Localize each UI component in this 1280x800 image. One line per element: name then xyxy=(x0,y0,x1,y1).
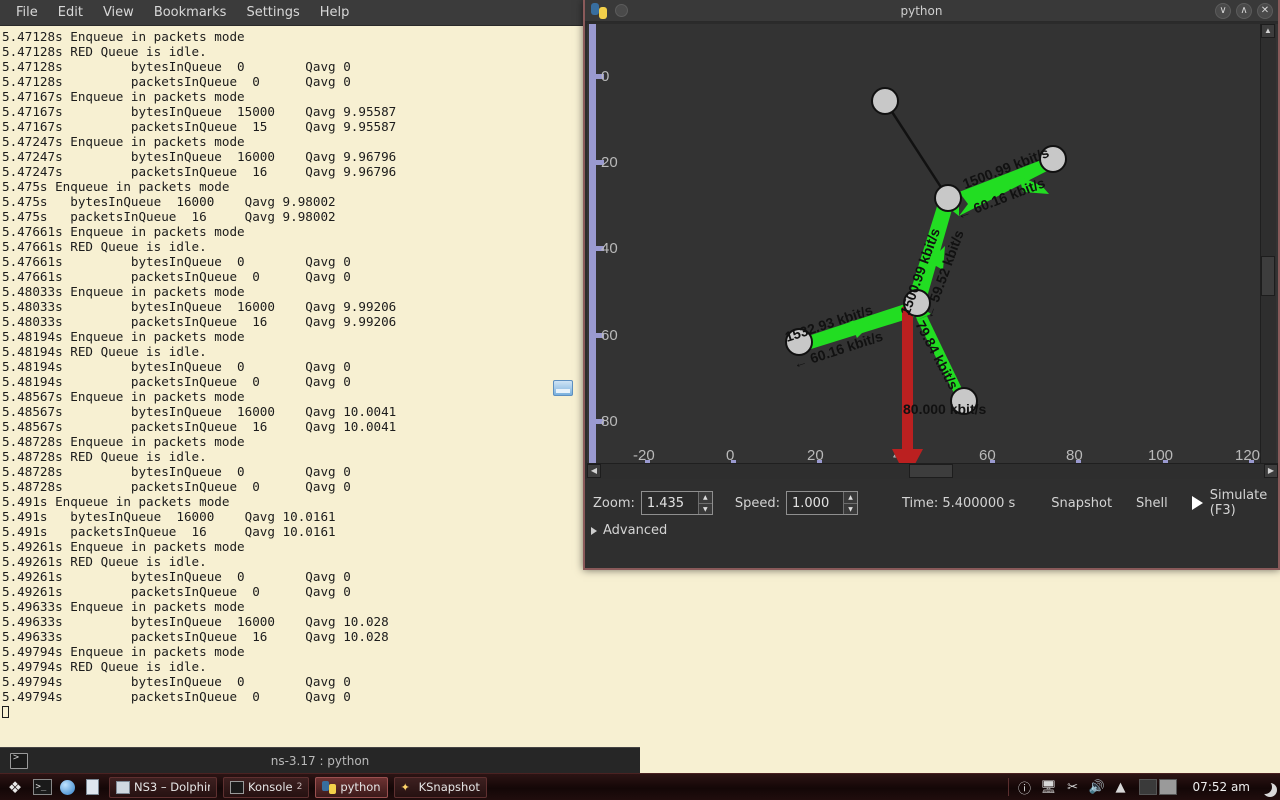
task-konsole[interactable]: Konsole 2 xyxy=(223,776,310,798)
chevron-right-icon xyxy=(591,526,597,535)
simulate-button[interactable]: Simulate (F3) xyxy=(1191,488,1278,518)
speed-label: Speed: xyxy=(734,495,780,511)
speed-stepper[interactable]: ▲ ▼ xyxy=(843,492,857,514)
x-tick-0: 0 xyxy=(726,447,734,464)
kde-menu-button[interactable]: ❖ xyxy=(2,775,28,799)
tray-separator xyxy=(1007,778,1009,796)
task-ksnapshot[interactable]: ✦ KSnapshot xyxy=(393,776,487,798)
y-tick-20: 20 xyxy=(601,154,618,171)
zoom-stepper[interactable]: ▲ ▼ xyxy=(697,492,712,514)
clock[interactable]: 07:52 am xyxy=(1193,780,1250,794)
terminal-line: 5.49794s bytesInQueue 0 Qavg 0 xyxy=(2,674,351,689)
python-visualizer-window: python ∨ ∧ ✕ 0 20 40 60 80 -20 0 20 60 8… xyxy=(583,0,1280,570)
menu-settings[interactable]: Settings xyxy=(236,2,309,23)
maximize-button[interactable]: ∧ xyxy=(1236,2,1252,19)
hscroll-thumb[interactable] xyxy=(909,464,953,478)
info-icon[interactable]: ⓘ xyxy=(1013,776,1037,798)
task-dolphin-label: NS3 – Dolphin xyxy=(134,780,210,794)
snapshot-button[interactable]: Snapshot xyxy=(1041,493,1122,514)
scroll-left-icon[interactable]: ◀ xyxy=(587,464,601,478)
python-icon xyxy=(322,780,337,794)
quicklaunch-terminal-icon[interactable]: >_ xyxy=(31,777,53,797)
menu-view[interactable]: View xyxy=(93,2,144,23)
desktop-icon[interactable] xyxy=(553,380,573,396)
terminal-icon xyxy=(10,752,28,769)
menu-edit[interactable]: Edit xyxy=(48,2,93,23)
x-tick-20: 20 xyxy=(807,447,824,464)
display-icon[interactable]: 🖥 xyxy=(1037,776,1061,798)
menu-help[interactable]: Help xyxy=(310,2,360,23)
konsole-icon xyxy=(230,780,244,794)
zoom-spinbox[interactable]: 1.435 ▲ ▼ xyxy=(640,491,713,515)
terminal-line: 5.49633s Enqueue in packets mode xyxy=(2,599,245,614)
y-tick-60: 60 xyxy=(601,327,618,344)
node-n0[interactable] xyxy=(871,87,899,115)
terminal-prompt-cursor xyxy=(2,704,1280,719)
network-canvas[interactable]: 0 20 40 60 80 -20 0 20 60 80 100 120 150… xyxy=(587,24,1278,479)
task-ksnapshot-label: KSnapshot xyxy=(418,780,480,794)
pager-desktop-1[interactable] xyxy=(1138,779,1157,795)
y-tick-40: 40 xyxy=(601,240,618,257)
tray-expand-icon[interactable]: ▲ xyxy=(1109,776,1133,798)
task-konsole-label: Konsole xyxy=(248,780,293,794)
terminal-line: 5.49794s Enqueue in packets mode xyxy=(2,644,245,659)
menu-file[interactable]: File xyxy=(6,2,48,23)
konsole-statusbar: ns-3.17 : python xyxy=(0,747,640,773)
flow-label-7: 80.000 kbit/s xyxy=(903,401,986,417)
konsole-statusbar-title: ns-3.17 : python xyxy=(270,753,370,768)
simulate-label: Simulate (F3) xyxy=(1209,488,1268,518)
volume-icon[interactable]: 🔊 xyxy=(1085,776,1109,798)
window-menu-icon[interactable] xyxy=(615,4,628,17)
desktop-pager[interactable] xyxy=(1138,779,1179,795)
canvas-horizontal-scrollbar[interactable]: ◀ ▶ xyxy=(587,463,1278,479)
terminal-line: 5.49633s bytesInQueue 16000 Qavg 10.028 xyxy=(2,614,389,629)
pager-desktop-2[interactable] xyxy=(1158,779,1177,795)
ksnapshot-icon: ✦ xyxy=(400,780,410,794)
advanced-label: Advanced xyxy=(603,523,668,538)
zoom-value[interactable]: 1.435 xyxy=(642,492,698,514)
terminal-line: 5.49633s packetsInQueue 16 Qavg 10.028 xyxy=(2,629,389,644)
network-topology-svg: 0 20 40 60 80 -20 0 20 60 80 100 120 150… xyxy=(587,24,1278,479)
y-tick-0: 0 xyxy=(601,68,609,85)
speed-spinbox[interactable]: 1.000 ▲ ▼ xyxy=(786,491,858,515)
zoom-label: Zoom: xyxy=(593,495,635,511)
python-window-title: python xyxy=(900,3,943,18)
quicklaunch-notes-icon[interactable] xyxy=(81,777,103,797)
python-logo-icon xyxy=(591,2,607,19)
visualizer-controls: Zoom: 1.435 ▲ ▼ Speed: 1.000 ▲ ▼ Time: 5.4… xyxy=(585,479,1278,568)
x-tick-120: 120 xyxy=(1235,447,1260,464)
vscroll-thumb[interactable] xyxy=(1261,256,1275,296)
x-tick-100: 100 xyxy=(1148,447,1173,464)
terminal-line: 5.49261s packetsInQueue 0 Qavg 0 xyxy=(2,584,351,599)
scroll-right-icon[interactable]: ▶ xyxy=(1264,464,1278,478)
task-python-label: python xyxy=(340,780,381,794)
x-tick-80: 80 xyxy=(1066,447,1083,464)
python-window-titlebar[interactable]: python ∨ ∧ ✕ xyxy=(585,0,1278,22)
x-tick-60: 60 xyxy=(979,447,996,464)
menu-bookmarks[interactable]: Bookmarks xyxy=(144,2,237,23)
system-tray: ⓘ 🖥 ✂ 🔊 ▲ 07:52 am xyxy=(1004,776,1280,798)
close-button[interactable]: ✕ xyxy=(1257,2,1273,19)
task-python[interactable]: python xyxy=(315,776,388,798)
task-konsole-count: 2 xyxy=(296,782,303,792)
night-mode-icon[interactable] xyxy=(1258,780,1272,794)
quicklaunch-browser-icon[interactable] xyxy=(56,777,78,797)
scroll-up-icon[interactable]: ▲ xyxy=(1261,24,1275,38)
terminal-line: 5.49794s packetsInQueue 0 Qavg 0 xyxy=(2,689,351,704)
minimize-button[interactable]: ∨ xyxy=(1215,2,1231,19)
canvas-vertical-scrollbar[interactable]: ▲ ▼ xyxy=(1260,24,1276,479)
y-tick-80: 80 xyxy=(601,413,618,430)
terminal-line: 5.49794s RED Queue is idle. xyxy=(2,659,207,674)
dolphin-icon xyxy=(116,780,130,794)
taskbar: ❖ >_ NS3 – Dolphin Konsole 2 python ✦ KS… xyxy=(0,773,1280,800)
x-tick--20: -20 xyxy=(633,447,655,464)
terminal-line: 5.49261s bytesInQueue 0 Qavg 0 xyxy=(2,569,351,584)
play-icon xyxy=(1191,496,1203,510)
speed-value[interactable]: 1.000 xyxy=(787,492,843,514)
shell-button[interactable]: Shell xyxy=(1126,493,1178,514)
task-dolphin[interactable]: NS3 – Dolphin xyxy=(109,776,217,798)
klipper-scissors-icon[interactable]: ✂ xyxy=(1061,776,1085,798)
simulation-time: Time: 5.400000 s xyxy=(902,495,1016,511)
advanced-toggle[interactable]: Advanced xyxy=(585,523,1278,538)
